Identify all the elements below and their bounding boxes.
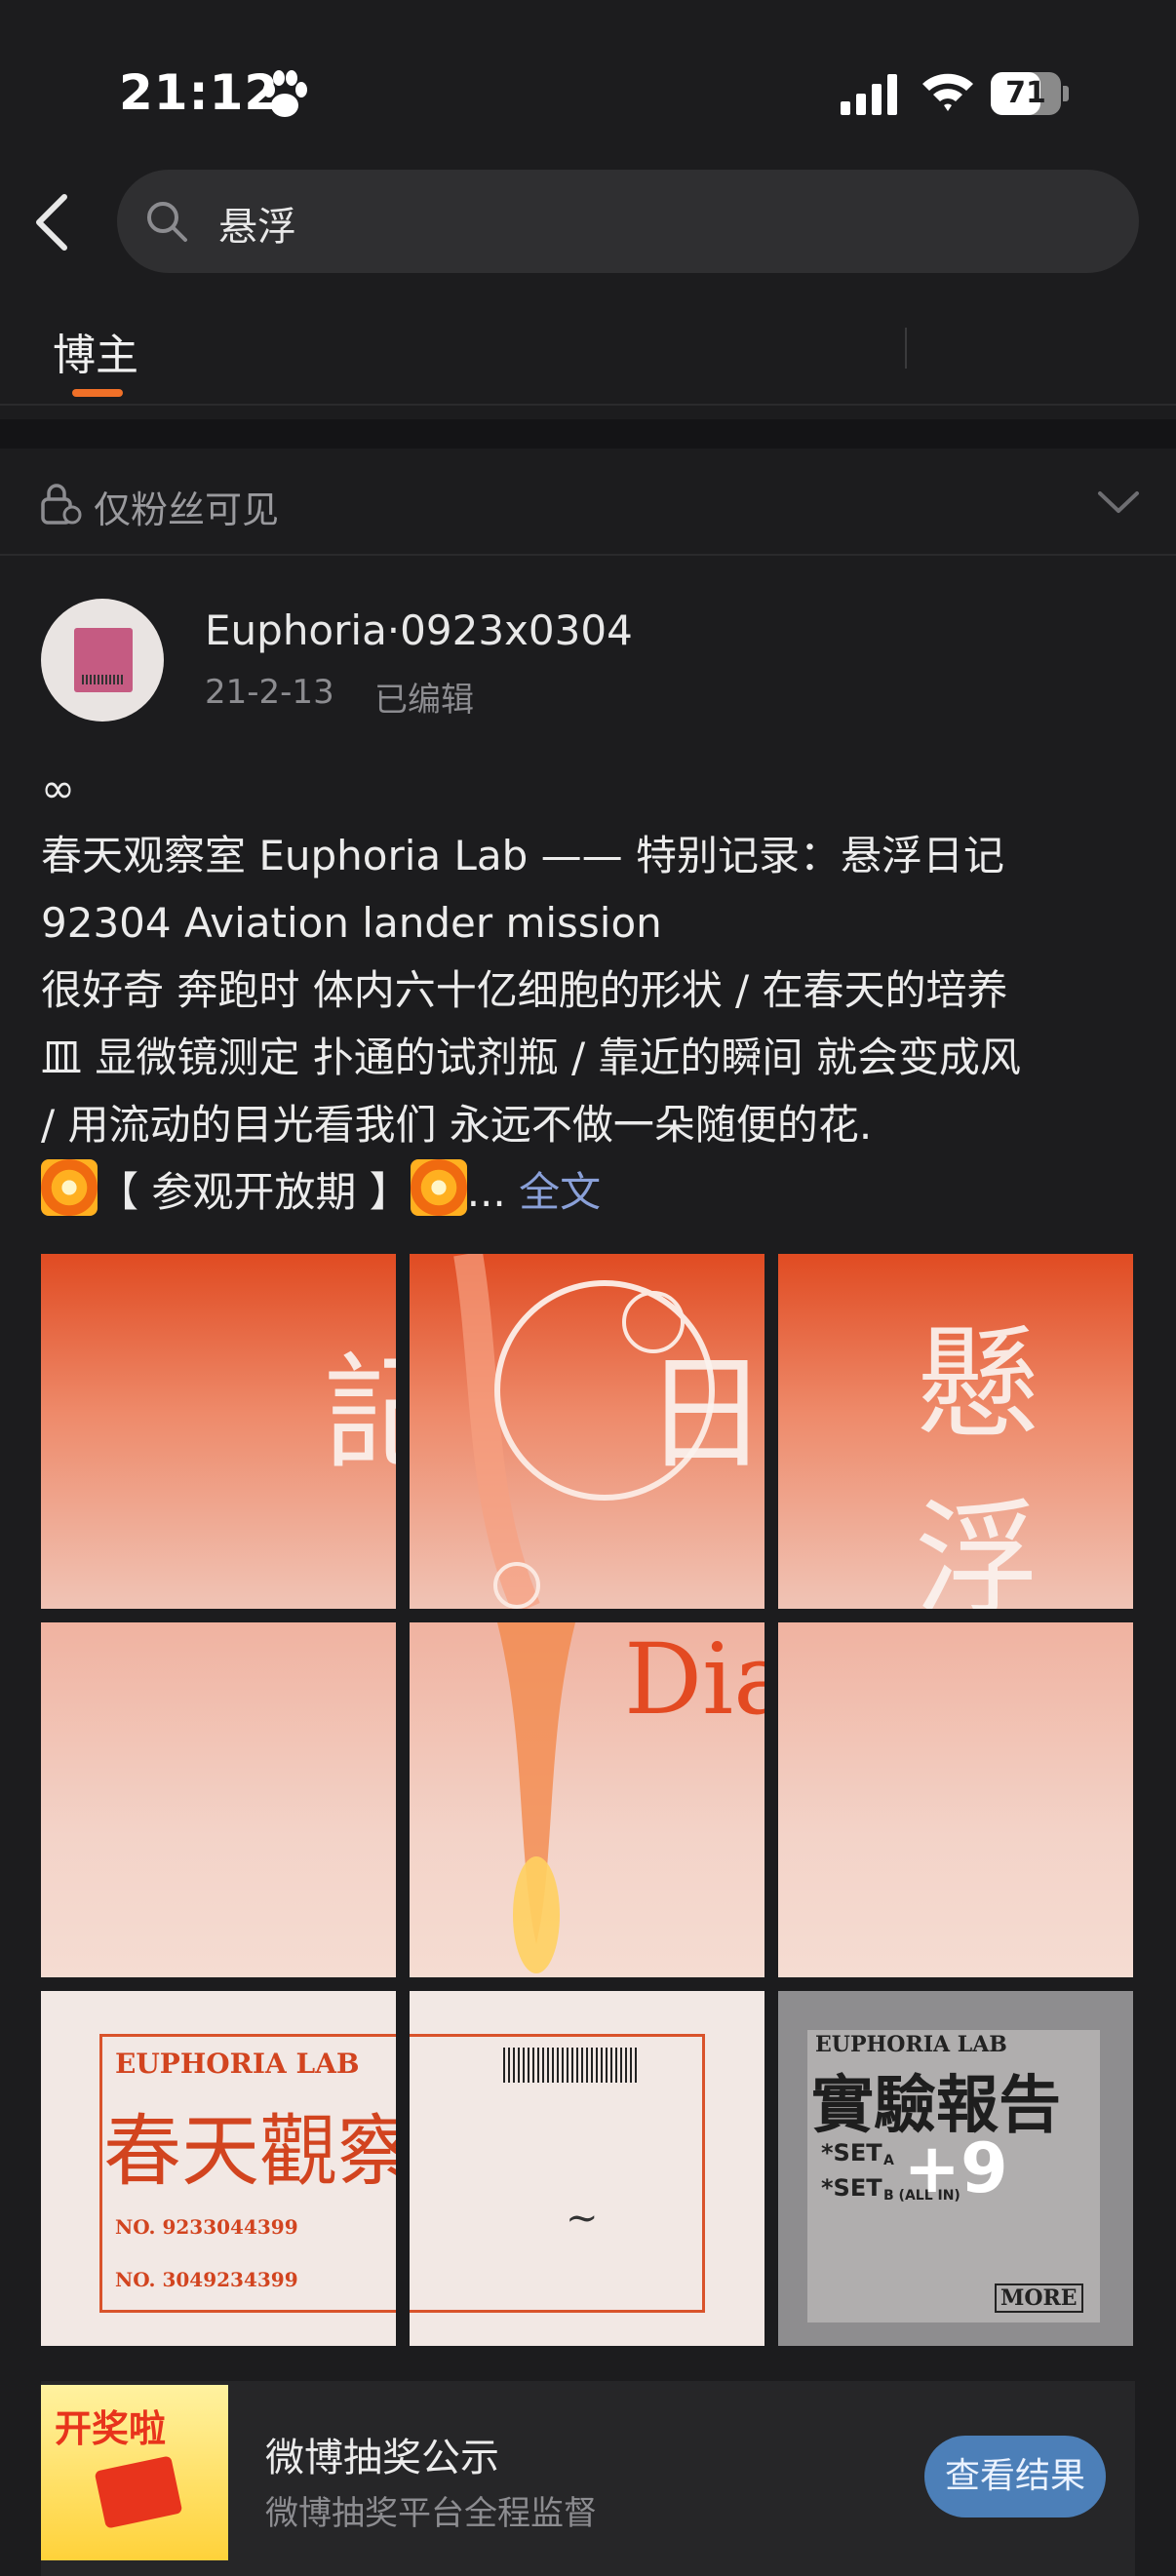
image-text: 日 (644, 1342, 764, 1487)
wifi-icon (922, 73, 973, 111)
post-line: 皿 显微镜测定 扑通的试剂瓶 / 靠近的瞬间 就会变成风 (41, 1034, 1021, 1081)
post-line-last: 【 参观开放期 】... 全文 (41, 1158, 1153, 1226)
image-text: NO. 3049234399 (115, 2268, 298, 2291)
post-body: ∞ 春天观察室 Euphoria Lab —— 特别记录：悬浮日记 92304 … (41, 755, 1153, 1226)
image-text: 記 (324, 1342, 396, 1487)
post-line: 很好奇 奔跑时 体内六十亿细胞的形状 / 在春天的培养 (41, 966, 1008, 1014)
post-line: / 用流动的目光看我们 永远不做一朵随便的花. (41, 1101, 873, 1149)
post-line: 92304 Aviation lander mission (41, 899, 662, 947)
tab-active-indicator (72, 389, 123, 397)
battery-percent: 71 (1005, 76, 1046, 110)
image-grid: 記 日 懸 浮 Diary EUPHORIA LAB 春天觀察實驗室 NO. 9… (41, 1254, 1135, 2348)
tab-divider (905, 328, 907, 369)
back-arrow-icon[interactable] (29, 191, 76, 254)
image-text: 浮 (915, 1488, 1040, 1609)
image-text: EUPHORIA LAB (115, 2048, 360, 2080)
full-text-link[interactable]: 全文 (519, 1168, 601, 1216)
ellipsis: ... (466, 1168, 506, 1216)
lottery-subtitle: 微博抽奖平台全程监督 (265, 2494, 597, 2533)
image-thumbnail[interactable]: 記 (41, 1254, 396, 1609)
avatar[interactable] (41, 599, 164, 722)
lottery-badge: 开奖啦 (55, 2407, 167, 2450)
image-thumbnail[interactable]: Diary (410, 1622, 764, 1977)
image-text: 懸 (915, 1312, 1040, 1458)
sparkle-emoji-icon (410, 1159, 467, 1216)
post-line: 春天观察室 Euphoria Lab —— 特别记录：悬浮日记 (41, 832, 1005, 879)
battery-icon: 71 (991, 72, 1071, 115)
signature: ~ (566, 2196, 599, 2241)
image-text: Diary (624, 1622, 764, 1737)
post-line: ∞ (41, 764, 75, 812)
chevron-down-icon[interactable] (1096, 488, 1141, 517)
divider (0, 404, 1176, 406)
image-thumbnail[interactable]: ~ (410, 1991, 764, 2346)
search-icon (147, 202, 187, 242)
lottery-title: 微博抽奖公示 (265, 2436, 499, 2480)
post-date: 21-2-13 (205, 673, 334, 712)
image-thumbnail[interactable]: EUPHORIA LAB 春天觀察實驗室 NO. 9233044399 NO. … (41, 1991, 396, 2346)
edited-label: 已编辑 (374, 681, 474, 720)
lock-icon (41, 484, 82, 525)
image-text: NO. 9233044399 (115, 2215, 298, 2239)
cellular-signal-icon (841, 74, 897, 115)
image-thumbnail[interactable] (778, 1622, 1133, 1977)
image-thumbnail[interactable] (41, 1622, 396, 1977)
paw-icon (263, 70, 307, 117)
visibility-label: 仅粉丝可见 (94, 488, 280, 531)
image-thumbnail[interactable]: 懸 浮 (778, 1254, 1133, 1609)
barcode (503, 2048, 640, 2083)
lottery-thumbnail: 开奖啦 (41, 2385, 228, 2560)
tab-bloggers[interactable]: 博主 (53, 320, 138, 382)
search-query[interactable]: 悬浮 (218, 195, 296, 252)
image-text: 春天觀察實驗室 (103, 2106, 396, 2197)
author-name[interactable]: Euphoria·0923x0304 (205, 606, 633, 654)
divider (0, 554, 1176, 556)
more-images-count: +9 (903, 2128, 1008, 2208)
image-thumbnail-more[interactable]: EUPHORIA LAB 實驗報告 *SET A *SET B (ALL IN)… (778, 1991, 1133, 2346)
view-results-button[interactable]: 查看结果 (924, 2436, 1106, 2517)
red-envelope-icon (94, 2455, 183, 2529)
event-label: 【 参观开放期 】 (98, 1168, 411, 1216)
image-thumbnail[interactable]: 日 (410, 1254, 764, 1609)
section-gap (0, 419, 1176, 449)
sparkle-emoji-icon (41, 1159, 98, 1216)
